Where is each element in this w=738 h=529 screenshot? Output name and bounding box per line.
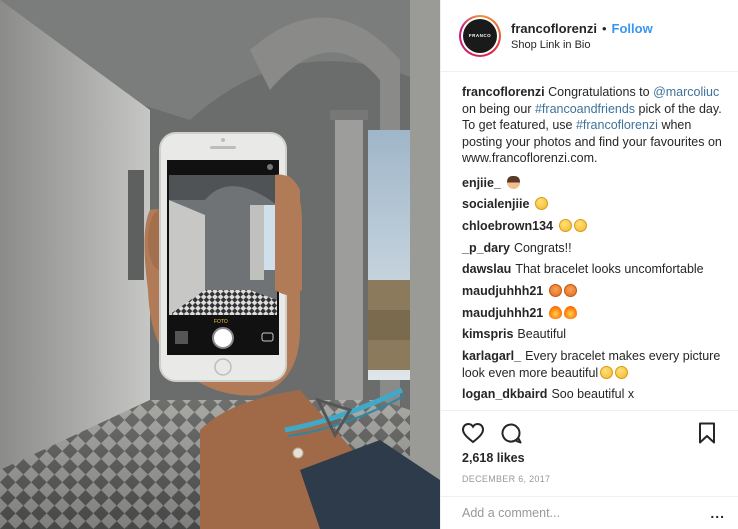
comment-text: Soo beautiful x: [551, 387, 635, 402]
comment-username[interactable]: maudjuhhh21: [462, 306, 543, 320]
comment-username[interactable]: chloebrown134: [462, 219, 553, 233]
post-side-panel: FRANCO francoflorenzi • Follow Shop Link…: [440, 0, 738, 529]
comment-username[interactable]: maudjuhhh21: [462, 284, 543, 298]
comment-item: maudjuhhh21: [462, 305, 730, 322]
post-header: FRANCO francoflorenzi • Follow Shop Link…: [441, 0, 738, 72]
smiling-face-icon: [559, 218, 572, 232]
follow-button[interactable]: Follow: [612, 21, 653, 36]
comment-username[interactable]: socialenjiie: [462, 197, 529, 211]
caption-text-1: Congratulations to: [548, 85, 654, 99]
comment-input[interactable]: [462, 506, 711, 520]
comment-username[interactable]: dawslau: [462, 262, 511, 276]
comment-item: _p_dary Congrats!!: [462, 240, 730, 257]
comment-item: maudjuhhh21: [462, 283, 730, 300]
fox-face-icon: [564, 283, 578, 297]
comment-username[interactable]: enjiie_: [462, 176, 501, 190]
post-caption: francoflorenzi Congratulations to @marco…: [462, 84, 730, 167]
brand-logo: FRANCO: [468, 33, 492, 38]
heart-eyes-face-icon: [600, 365, 614, 379]
comment-text: Beautiful: [517, 327, 567, 342]
comment-item: dawslau That bracelet looks uncomfortable: [462, 261, 730, 278]
bookmark-icon[interactable]: [695, 421, 719, 445]
comment-item: kimspris Beautiful: [462, 326, 730, 343]
comment-username[interactable]: karlagarl_: [462, 349, 521, 363]
header-username[interactable]: francoflorenzi: [511, 21, 597, 36]
caption-mention-link[interactable]: @marcoliuc: [653, 85, 719, 99]
comment-username[interactable]: logan_dkbaird: [462, 387, 547, 401]
comment-item: enjiie_: [462, 175, 730, 192]
like-count[interactable]: 2,618 likes: [462, 451, 525, 465]
comment-username[interactable]: _p_dary: [462, 241, 510, 255]
comment-list: francoflorenzi Congratulations to @marco…: [462, 84, 730, 408]
caption-hashtag-link[interactable]: #francoflorenzi: [576, 118, 658, 132]
fire-icon: [549, 305, 563, 319]
camera-mode-label: FOTO: [214, 319, 228, 325]
woman-gesturing-icon: [506, 175, 520, 189]
heart-icon[interactable]: [461, 421, 485, 445]
more-options-icon[interactable]: ...: [710, 505, 725, 521]
smiling-face-icon: [615, 365, 629, 379]
grimacing-face-icon: [535, 197, 549, 211]
caption-text-2: on being our: [462, 101, 535, 116]
comment-icon[interactable]: [499, 421, 523, 445]
fire-icon: [564, 305, 578, 319]
smiling-face-icon: [574, 218, 587, 232]
comment-text: That bracelet looks uncomfortable: [515, 262, 704, 277]
post-date[interactable]: DECEMBER 6, 2017: [462, 474, 550, 484]
comment-text: Congrats!!: [513, 240, 572, 255]
avatar[interactable]: FRANCO: [459, 14, 501, 57]
comment-username[interactable]: kimspris: [462, 327, 513, 341]
header-text: francoflorenzi • Follow Shop Link in Bio: [511, 21, 653, 51]
arcade-scene-illustration: [0, 0, 440, 529]
comment-item: socialenjiie: [462, 196, 730, 213]
add-comment-bar: ...: [441, 496, 738, 529]
separator-dot: •: [601, 20, 607, 36]
instagram-post: FOTO FRANCO francoflorenzi • Follow Shop…: [0, 0, 738, 529]
caption-username[interactable]: francoflorenzi: [462, 85, 545, 99]
comment-item: chloebrown134: [462, 218, 730, 235]
fox-face-icon: [549, 283, 563, 297]
post-actions: 2,618 likes DECEMBER 6, 2017: [441, 410, 738, 510]
comment-item: logan_dkbaird Soo beautiful x: [462, 386, 730, 403]
header-subline[interactable]: Shop Link in Bio: [511, 39, 653, 51]
post-photo[interactable]: FOTO: [0, 0, 440, 529]
comment-item: karlagarl_ Every bracelet makes every pic…: [462, 348, 730, 381]
caption-hashtag-link[interactable]: #francoandfriends: [535, 102, 635, 116]
